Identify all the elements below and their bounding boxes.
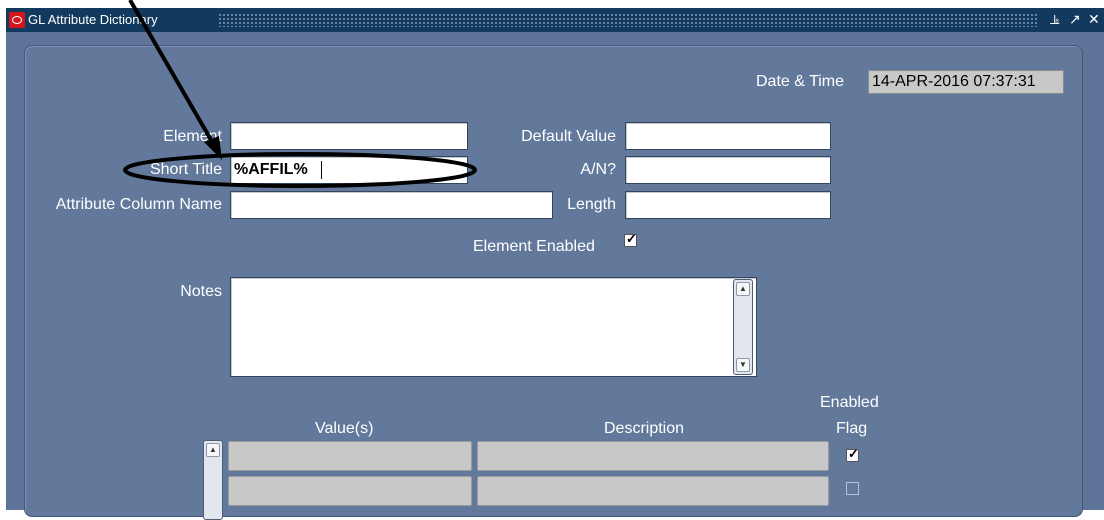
description-cell-row1[interactable] — [477, 441, 829, 471]
element-enabled-label: Element Enabled — [473, 238, 595, 255]
value-cell-row2[interactable] — [228, 476, 472, 506]
notes-textarea[interactable] — [230, 277, 757, 377]
length-label: Length — [567, 196, 616, 213]
short-title-label: Short Title — [149, 161, 222, 178]
element-enabled-checkbox[interactable]: ✓ — [624, 231, 637, 247]
attribute-column-name-label: Attribute Column Name — [55, 196, 222, 213]
default-value-label: Default Value — [521, 128, 616, 145]
short-title-field[interactable]: %AFFIL% — [230, 156, 468, 184]
grid-scrollbar[interactable]: ▲ — [203, 440, 223, 520]
oracle-logo-icon — [9, 12, 25, 28]
element-label: Element — [163, 128, 222, 145]
short-title-field-value: %AFFIL% — [234, 161, 308, 178]
datetime-value: 14-APR-2016 07:37:31 — [868, 70, 1064, 94]
description-column-header: Description — [604, 420, 685, 437]
window-titlebar: GL Attribute Dictionary ⫡ ↗ ✕ — [6, 8, 1104, 32]
default-value-field[interactable] — [625, 122, 831, 150]
element-field[interactable] — [230, 122, 468, 150]
maximize-icon[interactable]: ↗ — [1069, 11, 1081, 27]
enabled-flag-checkbox-row1[interactable]: ✓ — [846, 446, 859, 462]
minimize-icon[interactable]: ⫡ — [1050, 11, 1059, 27]
notes-label: Notes — [180, 283, 222, 300]
enabled-flag-checkbox-row2[interactable] — [846, 482, 859, 495]
close-icon[interactable]: ✕ — [1088, 11, 1100, 27]
window-title: GL Attribute Dictionary — [28, 12, 158, 27]
length-field[interactable] — [625, 191, 831, 219]
an-field[interactable] — [625, 156, 831, 184]
checkmark-icon: ✓ — [848, 446, 859, 461]
value-cell-row1[interactable] — [228, 441, 472, 471]
datetime-label: Date & Time — [756, 73, 845, 90]
notes-scrollbar[interactable]: ▲ ▼ — [733, 279, 753, 375]
enabled-column-header-line1: Enabled — [820, 394, 879, 411]
enabled-column-header-line2: Flag — [836, 420, 868, 437]
text-cursor — [321, 161, 322, 179]
titlebar-grip[interactable] — [218, 13, 1038, 27]
scroll-up-icon[interactable]: ▲ — [736, 282, 750, 296]
scroll-down-icon[interactable]: ▼ — [736, 358, 750, 372]
scroll-up-icon[interactable]: ▲ — [206, 443, 220, 457]
description-cell-row2[interactable] — [477, 476, 829, 506]
checkmark-icon: ✓ — [626, 231, 637, 246]
values-column-header: Value(s) — [315, 420, 374, 437]
an-label: A/N? — [580, 161, 616, 178]
